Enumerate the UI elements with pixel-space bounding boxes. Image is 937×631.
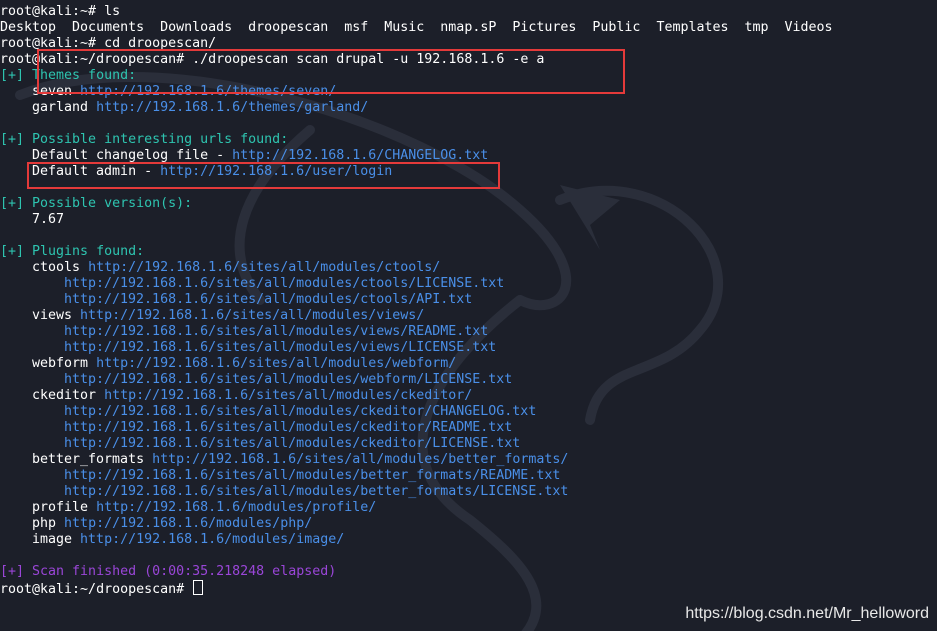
themes-header: [+] Themes found: bbox=[0, 68, 137, 83]
theme-name: seven bbox=[32, 84, 73, 99]
plugin-file-url[interactable]: http://192.168.1.6/sites/all/modules/vie… bbox=[0, 340, 937, 356]
theme-row: garland http://192.168.1.6/themes/garlan… bbox=[0, 100, 937, 116]
ls-output: Desktop Documents Downloads droopescan m… bbox=[0, 20, 833, 35]
terminal-line: root@kali:~# cd droopescan/ bbox=[0, 36, 937, 52]
admin-login-url[interactable]: http://192.168.1.6/user/login bbox=[160, 164, 392, 179]
plugin-file-url[interactable]: http://192.168.1.6/sites/all/modules/bet… bbox=[0, 484, 937, 500]
plugin-url[interactable]: http://192.168.1.6/sites/all/modules/web… bbox=[96, 356, 456, 371]
scan-finished-message: [+] Scan finished (0:00:35.218248 elapse… bbox=[0, 564, 337, 579]
plugin-row: profile http://192.168.1.6/modules/profi… bbox=[0, 500, 937, 516]
plugin-row: views http://192.168.1.6/sites/all/modul… bbox=[0, 308, 937, 324]
plugin-url[interactable]: http://192.168.1.6/sites/all/modules/cto… bbox=[88, 260, 440, 275]
terminal-line: root@kali:~# ls bbox=[0, 4, 937, 20]
url-label: Default changelog file - bbox=[32, 148, 233, 163]
plugin-file-url[interactable]: http://192.168.1.6/sites/all/modules/cke… bbox=[0, 420, 937, 436]
cursor-icon bbox=[193, 580, 204, 595]
prompt: root@kali:~/droopescan# bbox=[0, 52, 185, 67]
plugin-url[interactable]: http://192.168.1.6/modules/php/ bbox=[64, 516, 312, 531]
plugin-file-url[interactable]: http://192.168.1.6/sites/all/modules/cke… bbox=[0, 436, 937, 452]
watermark-text: https://blog.csdn.net/Mr_helloword bbox=[685, 605, 929, 622]
changelog-url[interactable]: http://192.168.1.6/CHANGELOG.txt bbox=[232, 148, 488, 163]
prompt: root@kali:~# bbox=[0, 4, 97, 19]
plugin-name: webform bbox=[32, 356, 89, 371]
interesting-url-row: Default admin - http://192.168.1.6/user/… bbox=[0, 164, 937, 180]
plugin-url[interactable]: http://192.168.1.6/sites/all/modules/cke… bbox=[104, 388, 472, 403]
terminal-output: root@kali:~# ls Desktop Documents Downlo… bbox=[0, 4, 937, 597]
plugin-name: better_formats bbox=[32, 452, 145, 467]
prompt: root@kali:~# bbox=[0, 36, 97, 51]
command: ./droopescan scan drupal -u 192.168.1.6 … bbox=[192, 52, 545, 67]
plugin-name: php bbox=[32, 516, 57, 531]
plugin-url[interactable]: http://192.168.1.6/modules/image/ bbox=[80, 532, 344, 547]
version-value: 7.67 bbox=[32, 212, 65, 227]
plugin-file-url[interactable]: http://192.168.1.6/sites/all/modules/web… bbox=[0, 372, 937, 388]
plugin-name: image bbox=[32, 532, 73, 547]
version-header: [+] Possible version(s): bbox=[0, 196, 193, 211]
plugin-row: ctools http://192.168.1.6/sites/all/modu… bbox=[0, 260, 937, 276]
plugin-file-url[interactable]: http://192.168.1.6/sites/all/modules/bet… bbox=[0, 468, 937, 484]
url-label: Default admin - bbox=[32, 164, 161, 179]
command: cd droopescan/ bbox=[104, 36, 217, 51]
plugin-url[interactable]: http://192.168.1.6/modules/profile/ bbox=[96, 500, 376, 515]
terminal-line: root@kali:~/droopescan# ./droopescan sca… bbox=[0, 52, 937, 68]
plugin-row: ckeditor http://192.168.1.6/sites/all/mo… bbox=[0, 388, 937, 404]
plugin-file-url[interactable]: http://192.168.1.6/sites/all/modules/cke… bbox=[0, 404, 937, 420]
theme-row: seven http://192.168.1.6/themes/seven/ bbox=[0, 84, 937, 100]
plugin-row: webform http://192.168.1.6/sites/all/mod… bbox=[0, 356, 937, 372]
prompt: root@kali:~/droopescan# bbox=[0, 582, 185, 597]
theme-name: garland bbox=[32, 100, 89, 115]
plugin-row: better_formats http://192.168.1.6/sites/… bbox=[0, 452, 937, 468]
plugin-row: image http://192.168.1.6/modules/image/ bbox=[0, 532, 937, 548]
plugin-name: views bbox=[32, 308, 73, 323]
plugin-name: ckeditor bbox=[32, 388, 97, 403]
plugin-name: profile bbox=[32, 500, 89, 515]
terminal-input-line[interactable]: root@kali:~/droopescan# bbox=[0, 580, 937, 597]
interesting-url-row: Default changelog file - http://192.168.… bbox=[0, 148, 937, 164]
plugin-name: ctools bbox=[32, 260, 81, 275]
plugin-row: php http://192.168.1.6/modules/php/ bbox=[0, 516, 937, 532]
plugin-url[interactable]: http://192.168.1.6/sites/all/modules/vie… bbox=[80, 308, 424, 323]
plugin-file-url[interactable]: http://192.168.1.6/sites/all/modules/cto… bbox=[0, 292, 937, 308]
plugins-header: [+] Plugins found: bbox=[0, 244, 145, 259]
plugin-url[interactable]: http://192.168.1.6/sites/all/modules/bet… bbox=[152, 452, 568, 467]
theme-url[interactable]: http://192.168.1.6/themes/garland/ bbox=[96, 100, 368, 115]
plugin-file-url[interactable]: http://192.168.1.6/sites/all/modules/vie… bbox=[0, 324, 937, 340]
urls-header: [+] Possible interesting urls found: bbox=[0, 132, 289, 147]
plugin-file-url[interactable]: http://192.168.1.6/sites/all/modules/cto… bbox=[0, 276, 937, 292]
theme-url[interactable]: http://192.168.1.6/themes/seven/ bbox=[80, 84, 336, 99]
command: ls bbox=[104, 4, 121, 19]
